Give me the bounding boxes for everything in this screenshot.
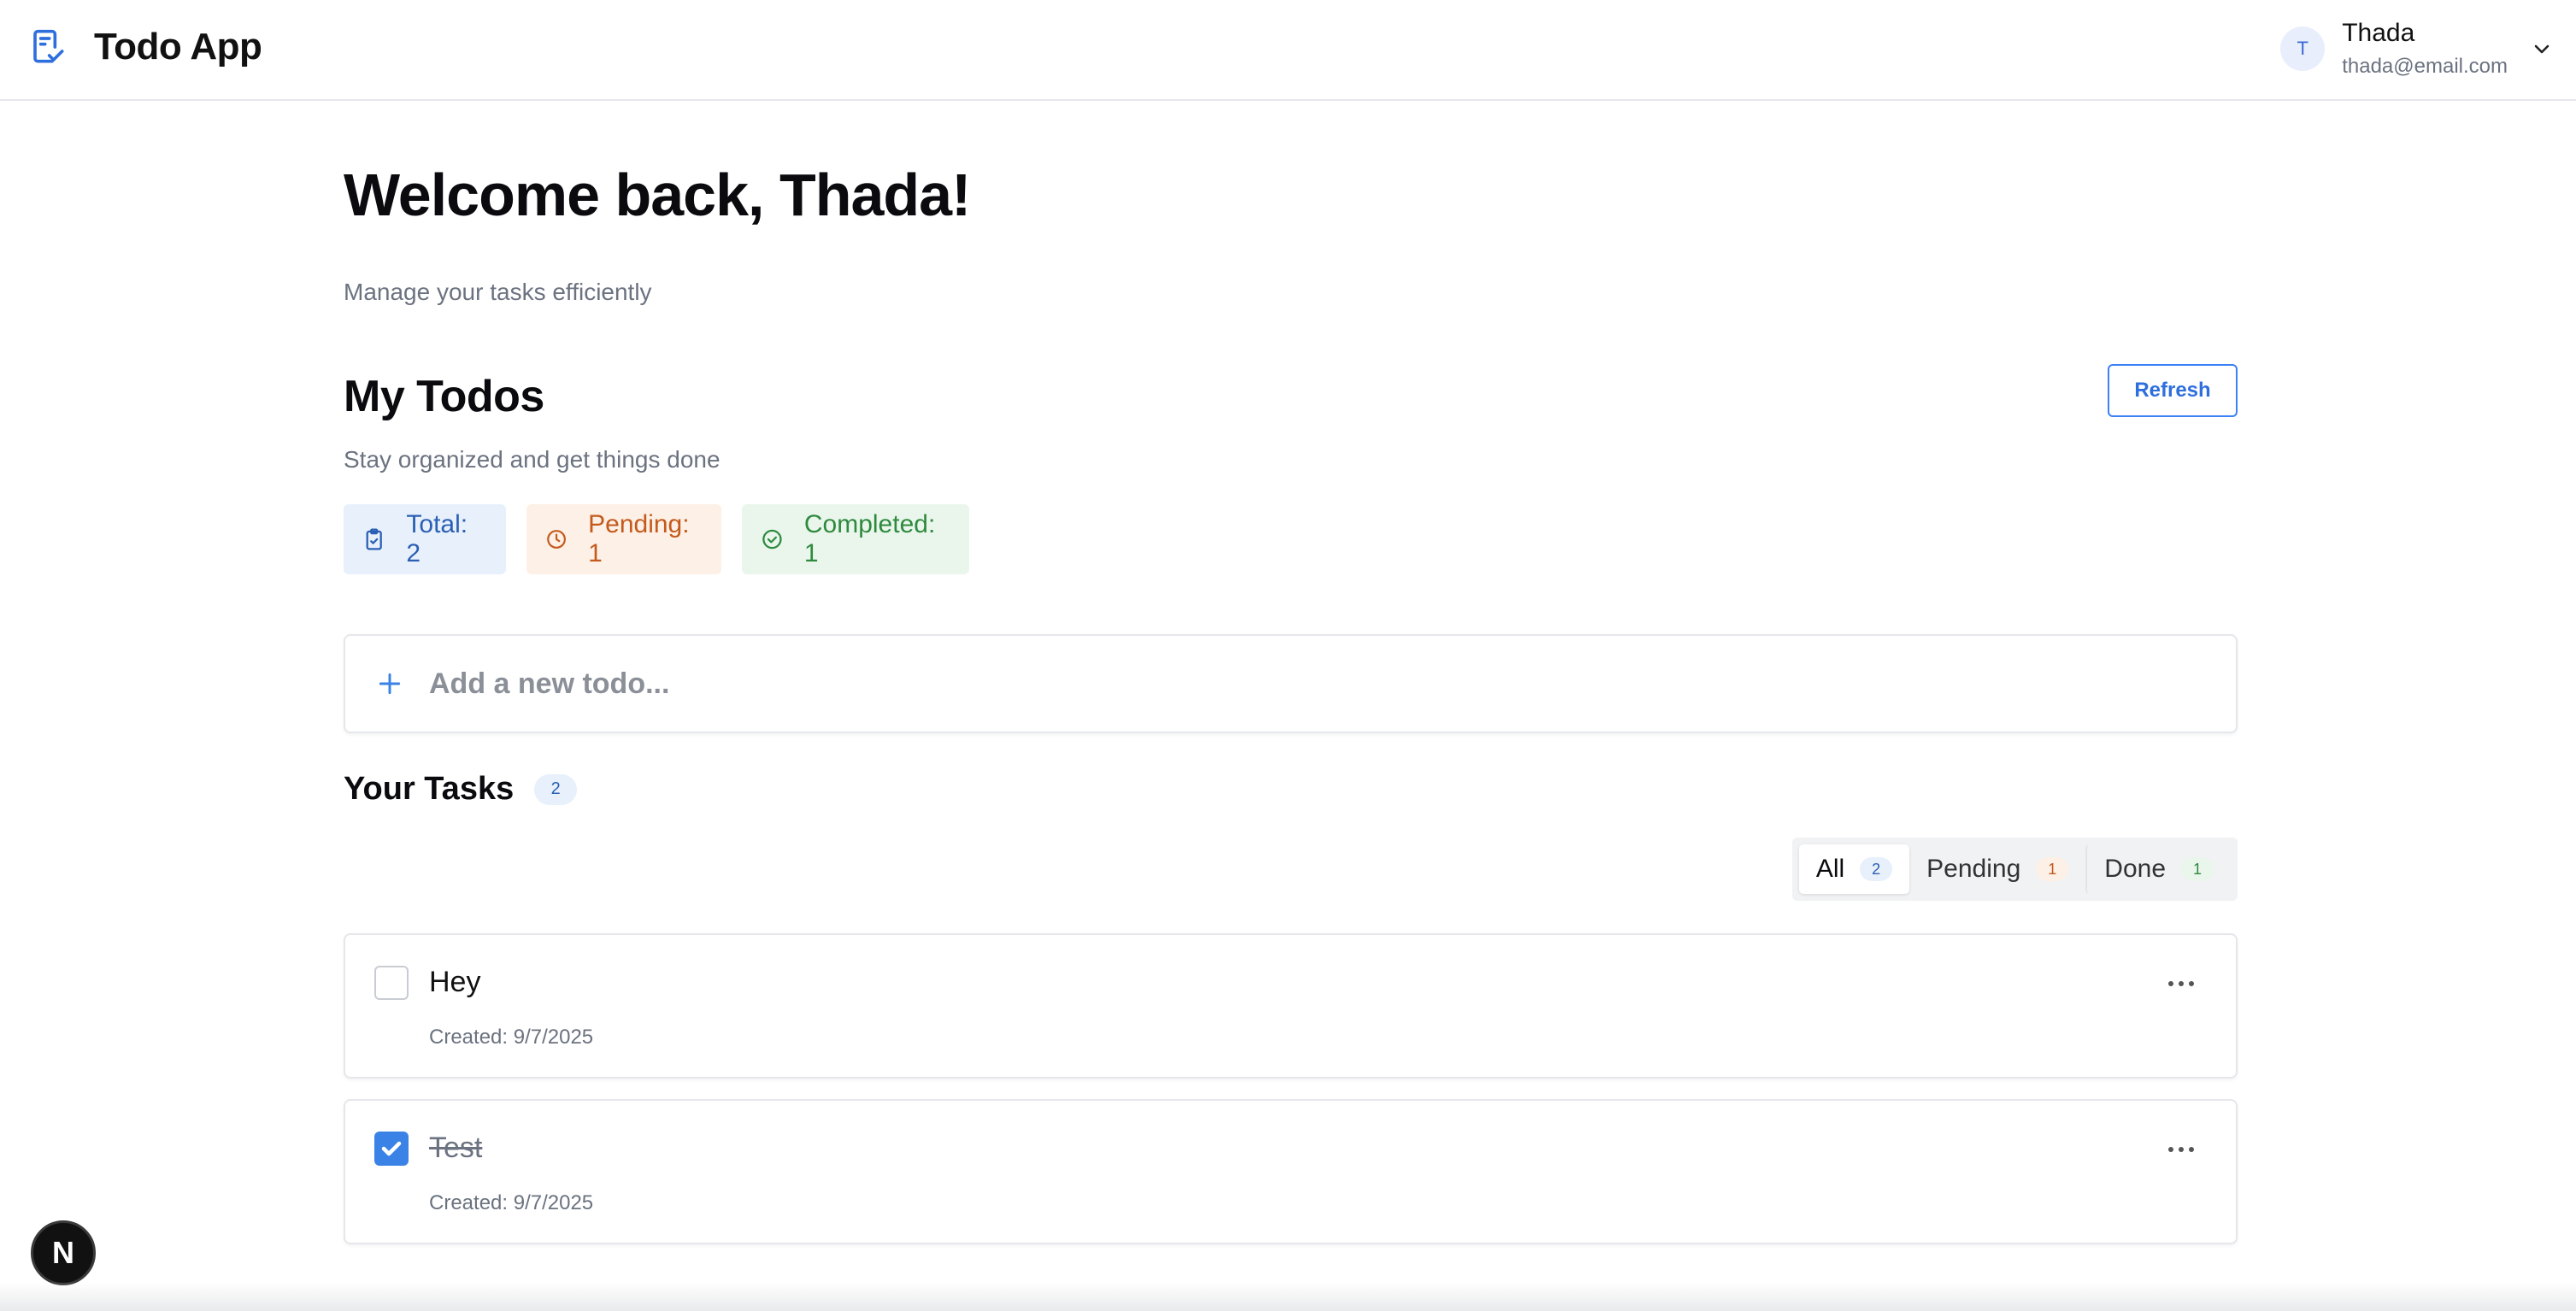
- checkmark-icon: [381, 1141, 402, 1156]
- page-subtitle: Manage your tasks efficiently: [344, 279, 652, 305]
- user-name: Thada: [2342, 19, 2415, 47]
- app-title: Todo App: [94, 26, 262, 68]
- task-card: Hey Created: 9/7/2025: [344, 933, 2238, 1079]
- section-title: My Todos: [344, 372, 544, 421]
- dev-tools-badge[interactable]: N: [31, 1220, 96, 1285]
- task-checkbox-checked[interactable]: [374, 1132, 409, 1166]
- more-options-icon[interactable]: [2164, 1143, 2198, 1154]
- user-email: thada@email.com: [2342, 55, 2508, 78]
- section-subtitle: Stay organized and get things done: [344, 446, 720, 473]
- avatar: T: [2280, 26, 2326, 71]
- stat-total-label: Total: 2: [406, 510, 468, 567]
- tasks-header: Your Tasks 2: [344, 771, 578, 808]
- stat-pending-label: Pending: 1: [588, 510, 690, 567]
- check-circle-icon: [762, 529, 782, 550]
- more-options-icon[interactable]: [2164, 978, 2198, 988]
- clock-icon: [547, 530, 566, 549]
- user-menu[interactable]: T Thada thada@email.com: [2280, 19, 2552, 79]
- plus-icon[interactable]: [376, 670, 403, 697]
- tab-all-count: 2: [1860, 857, 1893, 881]
- tab-pending[interactable]: Pending 1: [1909, 844, 2085, 894]
- stat-completed-label: Completed: 1: [803, 510, 936, 567]
- user-info: Thada thada@email.com: [2342, 19, 2508, 79]
- tasks-title: Your Tasks: [344, 771, 515, 807]
- task-checkbox[interactable]: [374, 966, 409, 1000]
- task-card: Test Created: 9/7/2025: [344, 1099, 2238, 1244]
- clipboard-check-icon: [31, 28, 65, 66]
- top-navigation-bar: Todo App T Thada thada@email.com: [0, 0, 2576, 101]
- add-todo-box[interactable]: [344, 634, 2238, 733]
- tab-pending-count: 1: [2036, 857, 2069, 881]
- task-created-date: Created: 9/7/2025: [429, 1191, 594, 1214]
- page-title: Welcome back, Thada!: [344, 162, 971, 228]
- tab-done[interactable]: Done 1: [2085, 844, 2231, 894]
- filter-tabs: All 2 Pending 1 Done 1: [1791, 838, 2238, 901]
- tab-all[interactable]: All 2: [1798, 844, 1910, 894]
- chevron-down-icon[interactable]: [2532, 38, 2552, 59]
- bottom-shadow: [0, 1282, 2576, 1311]
- add-todo-input[interactable]: [429, 667, 1967, 701]
- refresh-button[interactable]: Refresh: [2108, 364, 2238, 417]
- brand[interactable]: Todo App: [31, 26, 262, 68]
- clipboard-check-icon: [366, 528, 382, 550]
- tab-done-count: 1: [2181, 857, 2214, 881]
- task-title: Test: [429, 1132, 483, 1164]
- stat-pending: Pending: 1: [526, 504, 721, 574]
- tab-all-label: All: [1815, 855, 1845, 883]
- task-created-date: Created: 9/7/2025: [429, 1026, 594, 1049]
- stat-completed: Completed: 1: [742, 504, 969, 574]
- task-title: Hey: [429, 966, 481, 998]
- tab-done-label: Done: [2104, 855, 2166, 883]
- stats-row: Total: 2 Pending: 1 Completed: 1: [344, 504, 969, 574]
- tasks-count-badge: 2: [534, 773, 578, 805]
- stat-total: Total: 2: [344, 504, 506, 574]
- tab-pending-label: Pending: [1926, 855, 2021, 883]
